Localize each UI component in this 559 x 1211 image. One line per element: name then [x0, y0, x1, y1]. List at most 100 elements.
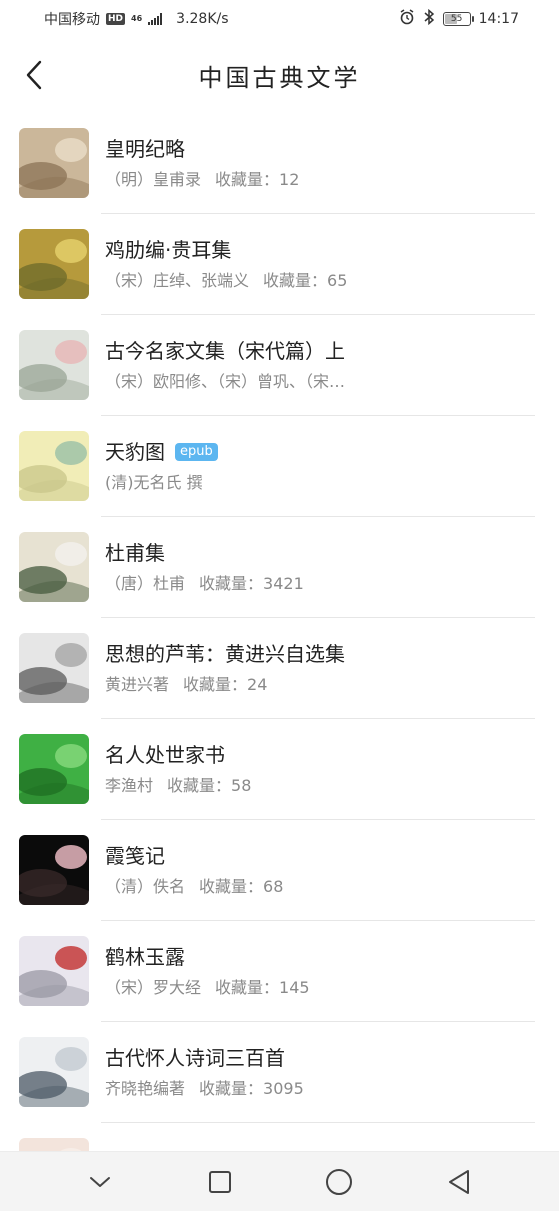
book-list-item[interactable]: 杜甫集 （唐）杜甫 收藏量：3421: [0, 517, 559, 618]
book-info: 古今名家文集（宋代篇）上 （宋）欧阳修、（宋）曾巩、（宋…: [105, 337, 535, 393]
book-list-item[interactable]: 名人处世家书李渔村 收藏量：58: [0, 719, 559, 820]
book-title: 鸡肋编·贵耳集: [105, 238, 232, 262]
app-header: 中国古典文学: [0, 38, 559, 112]
book-list-item[interactable]: 天豹图 epub (清)无名氏 撰: [0, 416, 559, 517]
book-info: 霞笺记 （清）佚名 收藏量：68: [105, 842, 535, 898]
book-cover-image: [19, 734, 89, 804]
carrier-name: 中国移动: [44, 12, 100, 28]
book-meta: （明）皇甫录 收藏量：12: [105, 169, 425, 191]
nav-back-button[interactable]: [429, 1159, 489, 1205]
book-cover-image: [19, 835, 89, 905]
favorites-label: 收藏量：: [183, 675, 248, 694]
book-info: 古代怀人诗词三百首齐晓艳编著 收藏量：3095: [105, 1044, 535, 1100]
favorites-count: 3095: [263, 1079, 304, 1098]
book-title: 鹤林玉露: [105, 945, 185, 969]
book-info: 名人处世家书李渔村 收藏量：58: [105, 741, 535, 797]
book-cover-image: [19, 633, 89, 703]
triangle-left-icon: [449, 1169, 470, 1194]
book-cover-image: [19, 431, 89, 501]
format-badge: epub: [175, 443, 218, 461]
book-author: 齐晓艳编著: [105, 1079, 186, 1098]
book-title-row: 皇明纪略: [105, 135, 535, 163]
network-speed: 3.28K/s: [176, 11, 229, 27]
book-cover-image: [19, 128, 89, 198]
book-cover-image: [19, 532, 89, 602]
square-icon: [208, 1170, 231, 1193]
favorites-label: 收藏量：: [167, 776, 232, 795]
book-title-row: 古代怀人诗词三百首: [105, 1044, 535, 1072]
favorites-count: 3421: [263, 574, 304, 593]
nav-collapse-button[interactable]: [70, 1159, 130, 1205]
favorites-label: 收藏量：: [199, 574, 264, 593]
book-meta: （宋）欧阳修、（宋）曾巩、（宋…: [105, 371, 425, 393]
book-meta: （唐）杜甫 收藏量：3421: [105, 573, 425, 595]
book-title-row: 古今名家文集（宋代篇）上: [105, 337, 535, 365]
book-meta: （清）佚名 收藏量：68: [105, 876, 425, 898]
book-info: 天豹图 epub (清)无名氏 撰: [105, 438, 535, 494]
book-author: (清)无名氏 撰: [105, 473, 203, 492]
status-right: 55 14:17: [399, 8, 519, 29]
battery-level: 55: [450, 14, 463, 24]
book-list-item[interactable]: 古代怀人诗词三百首齐晓艳编著 收藏量：3095: [0, 1022, 559, 1123]
page-title: 中国古典文学: [198, 63, 361, 92]
favorites-count: 68: [263, 877, 284, 896]
book-meta: （宋）罗大经 收藏量：145: [105, 977, 425, 999]
book-meta: 黄进兴著 收藏量：24: [105, 674, 425, 696]
book-title: 杜甫集: [105, 541, 165, 565]
book-author: （明）皇甫录: [105, 170, 202, 189]
book-author: （唐）杜甫: [105, 574, 186, 593]
book-meta: (清)无名氏 撰: [105, 472, 425, 494]
book-title: 霞笺记: [105, 844, 165, 868]
bluetooth-icon: [423, 8, 435, 29]
book-info: 杜甫集 （唐）杜甫 收藏量：3421: [105, 539, 535, 595]
network-type-top: 46: [131, 14, 143, 23]
book-title-row: 鸡肋编·贵耳集: [105, 236, 535, 264]
book-list-item[interactable]: 鸡肋编·贵耳集 （宋）庄绰、张端义 收藏量：65: [0, 214, 559, 315]
book-author: （清）佚名: [105, 877, 186, 896]
book-author: （宋）罗大经: [105, 978, 202, 997]
favorites-count: 12: [279, 170, 300, 189]
book-cover-image: [19, 1037, 89, 1107]
alarm-icon: [399, 9, 415, 29]
book-info: 鸡肋编·贵耳集 （宋）庄绰、张端义 收藏量：65: [105, 236, 535, 292]
favorites-label: 收藏量：: [215, 978, 280, 997]
book-author: （宋）庄绰、张端义: [105, 271, 250, 290]
network-type: 46: [131, 15, 142, 23]
book-cover-image: [19, 330, 89, 400]
nav-recents-button[interactable]: [190, 1159, 250, 1205]
chevron-left-icon: [26, 60, 42, 90]
book-list-item[interactable]: 鹤林玉露 （宋）罗大经 收藏量：145: [0, 921, 559, 1022]
system-nav-bar: [0, 1151, 559, 1211]
book-list: 皇明纪略 （明）皇甫录 收藏量：12 鸡肋编·贵耳集 （宋）庄绰、张端义 收藏量：65 古今…: [0, 113, 559, 1211]
book-list-item[interactable]: 思想的芦苇：黄进兴自选集黄进兴著 收藏量：24: [0, 618, 559, 719]
back-button[interactable]: [18, 56, 50, 94]
battery-icon: 55: [442, 12, 474, 26]
favorites-count: 145: [279, 978, 310, 997]
favorites-label: 收藏量：: [199, 877, 264, 896]
favorites-count: 24: [247, 675, 268, 694]
book-cover-image: [19, 229, 89, 299]
book-title: 皇明纪略: [105, 137, 185, 161]
book-title: 思想的芦苇：黄进兴自选集: [105, 642, 345, 666]
signal-strength-icon: [148, 13, 163, 25]
clock: 14:17: [478, 11, 519, 27]
book-title-row: 名人处世家书: [105, 741, 535, 769]
favorites-label: 收藏量：: [263, 271, 328, 290]
book-author: 黄进兴著: [105, 675, 170, 694]
book-title: 古代怀人诗词三百首: [105, 1046, 285, 1070]
book-title: 名人处世家书: [105, 743, 225, 767]
book-list-item[interactable]: 霞笺记 （清）佚名 收藏量：68: [0, 820, 559, 921]
book-meta: 齐晓艳编著 收藏量：3095: [105, 1078, 425, 1100]
book-meta: （宋）庄绰、张端义 收藏量：65: [105, 270, 425, 292]
book-author: （宋）欧阳修、（宋）曾巩、（宋…: [105, 372, 346, 391]
book-author: 李渔村: [105, 776, 154, 795]
book-meta: 李渔村 收藏量：58: [105, 775, 425, 797]
book-list-item[interactable]: 皇明纪略 （明）皇甫录 收藏量：12: [0, 113, 559, 214]
book-title-row: 天豹图 epub: [105, 438, 535, 466]
book-title-row: 霞笺记: [105, 842, 535, 870]
book-list-item[interactable]: 古今名家文集（宋代篇）上 （宋）欧阳修、（宋）曾巩、（宋…: [0, 315, 559, 416]
status-bar: 中国移动 HD 46 3.28K/s 55 14:17: [0, 0, 559, 38]
nav-home-button[interactable]: [309, 1159, 369, 1205]
book-title-row: 思想的芦苇：黄进兴自选集: [105, 640, 535, 668]
book-info: 鹤林玉露 （宋）罗大经 收藏量：145: [105, 943, 535, 999]
